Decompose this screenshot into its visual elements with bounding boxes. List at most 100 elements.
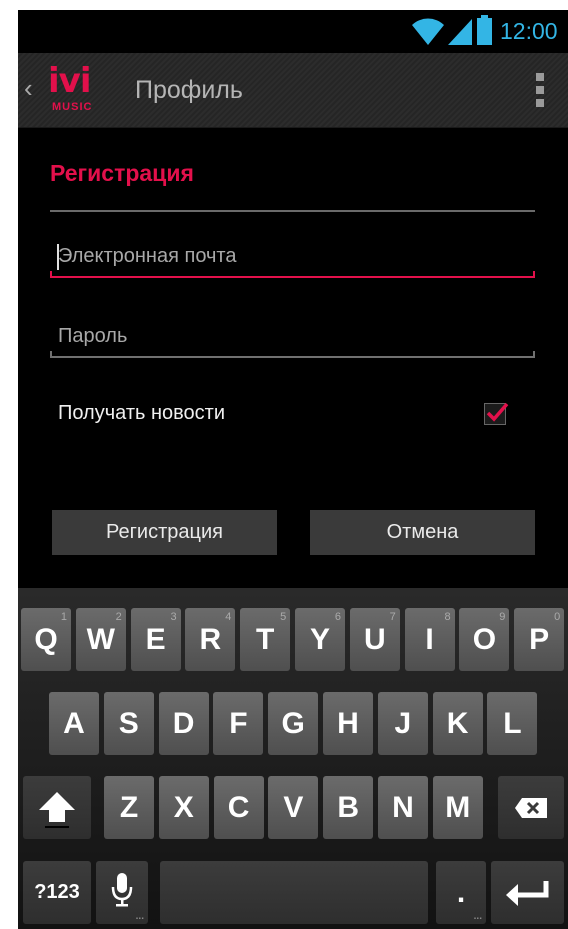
key-j[interactable]: J: [377, 692, 428, 755]
backspace-key[interactable]: [498, 776, 564, 839]
back-chevron-icon[interactable]: ‹: [24, 73, 33, 104]
backspace-icon: [515, 798, 547, 818]
key-label: K: [446, 707, 469, 740]
app-logo[interactable]: ivi MUSIC: [48, 61, 114, 119]
logo-text: ivi: [48, 61, 91, 101]
key-label: I: [425, 623, 434, 656]
section-divider: [50, 210, 535, 212]
key-hint: 5: [280, 611, 287, 623]
key-label: M: [445, 791, 471, 824]
password-underline: [50, 351, 535, 358]
microphone-key[interactable]: ...: [96, 861, 148, 924]
key-label: H: [337, 707, 359, 740]
key-h[interactable]: H: [323, 692, 373, 755]
key-label: W: [86, 623, 115, 656]
news-label: Получать новости: [58, 402, 225, 424]
key-c[interactable]: C: [213, 776, 264, 839]
key-label: N: [392, 791, 414, 824]
key-label: Q: [34, 623, 58, 656]
key-t[interactable]: T5: [240, 608, 291, 671]
key-label: P: [529, 623, 550, 656]
key-hint: 3: [170, 611, 177, 623]
key-hint: 1: [60, 611, 67, 623]
key-z[interactable]: Z: [104, 776, 154, 839]
key-f[interactable]: F: [213, 692, 264, 755]
email-underline: [50, 271, 535, 278]
battery-icon: [477, 15, 492, 45]
key-label: Z: [119, 791, 139, 824]
key-label: S: [118, 707, 139, 740]
key-label: L: [503, 707, 522, 740]
checkmark-icon: [486, 402, 509, 422]
key-label: D: [172, 707, 195, 740]
email-field[interactable]: [50, 238, 533, 274]
key-label: Y: [309, 623, 330, 656]
key-hint: 2: [115, 611, 122, 623]
key-n[interactable]: N: [378, 776, 428, 839]
key-label: C: [227, 791, 250, 824]
key-hint: 0: [554, 611, 561, 623]
period-key[interactable]: . ...: [436, 861, 486, 924]
key-g[interactable]: G: [268, 692, 319, 755]
key-a[interactable]: A: [49, 692, 99, 755]
action-bar: ‹ ivi MUSIC Профиль: [18, 53, 568, 128]
symbols-key[interactable]: ?123: [23, 861, 91, 924]
cancel-button[interactable]: Отмена: [310, 510, 535, 555]
wifi-icon: [412, 18, 444, 45]
key-v[interactable]: V: [268, 776, 319, 839]
email-field-wrap: [50, 238, 535, 278]
key-o[interactable]: O9: [459, 608, 510, 671]
key-label: A: [63, 707, 85, 740]
key-w[interactable]: W2: [75, 608, 126, 671]
action-bar-title: Профиль: [135, 76, 243, 104]
key-x[interactable]: X: [158, 776, 209, 839]
key-label: E: [145, 623, 166, 656]
key-e[interactable]: E3: [130, 608, 181, 671]
enter-icon: [506, 881, 549, 906]
microphone-icon: [111, 873, 133, 907]
password-field[interactable]: [50, 318, 533, 354]
space-key[interactable]: [160, 861, 428, 924]
key-q[interactable]: Q1: [21, 608, 71, 671]
news-checkbox[interactable]: [484, 402, 509, 425]
clock: 12:00: [500, 18, 558, 44]
key-label: V: [283, 791, 304, 824]
key-b[interactable]: B: [323, 776, 374, 839]
key-d[interactable]: D: [158, 692, 209, 755]
key-label: F: [229, 707, 248, 740]
shift-key[interactable]: [23, 776, 91, 839]
key-label: O: [472, 623, 497, 656]
key-s[interactable]: S: [103, 692, 154, 755]
key-label: R: [199, 623, 222, 656]
key-l[interactable]: L: [487, 692, 538, 755]
key-u[interactable]: U7: [349, 608, 400, 671]
key-label: T: [256, 623, 275, 656]
enter-key[interactable]: [491, 861, 564, 924]
key-label: X: [173, 791, 194, 824]
logo-subtext: MUSIC: [52, 101, 93, 113]
key-hint: 9: [499, 611, 506, 623]
key-m[interactable]: M: [432, 776, 483, 839]
key-p[interactable]: P0: [514, 608, 565, 671]
key-r[interactable]: R4: [185, 608, 236, 671]
key-hint: 6: [334, 611, 341, 623]
section-title: Регистрация: [50, 160, 194, 186]
soft-keyboard: Q1W2E3R4T5Y6U7I8O9P0 ASDFGHJKL ZXCVBNM ?…: [18, 588, 568, 929]
period-label: .: [456, 876, 466, 909]
key-i[interactable]: I8: [404, 608, 455, 671]
signal-icon: [448, 19, 472, 45]
register-button[interactable]: Регистрация: [52, 510, 277, 555]
key-k[interactable]: K: [432, 692, 483, 755]
key-label: B: [337, 791, 360, 824]
key-label: G: [281, 707, 305, 740]
key-hint: 7: [389, 611, 396, 623]
password-field-wrap: [50, 318, 535, 358]
text-cursor: [57, 244, 59, 270]
key-label: U: [363, 623, 386, 656]
phone-screen: 12:00 ‹ ivi MUSIC Профиль Регистрация По…: [18, 10, 568, 929]
overflow-menu-icon[interactable]: [536, 73, 546, 111]
key-hint: 4: [225, 611, 232, 623]
key-y[interactable]: Y6: [295, 608, 345, 671]
shift-icon: [39, 792, 75, 828]
status-bar: 12:00: [18, 10, 568, 53]
